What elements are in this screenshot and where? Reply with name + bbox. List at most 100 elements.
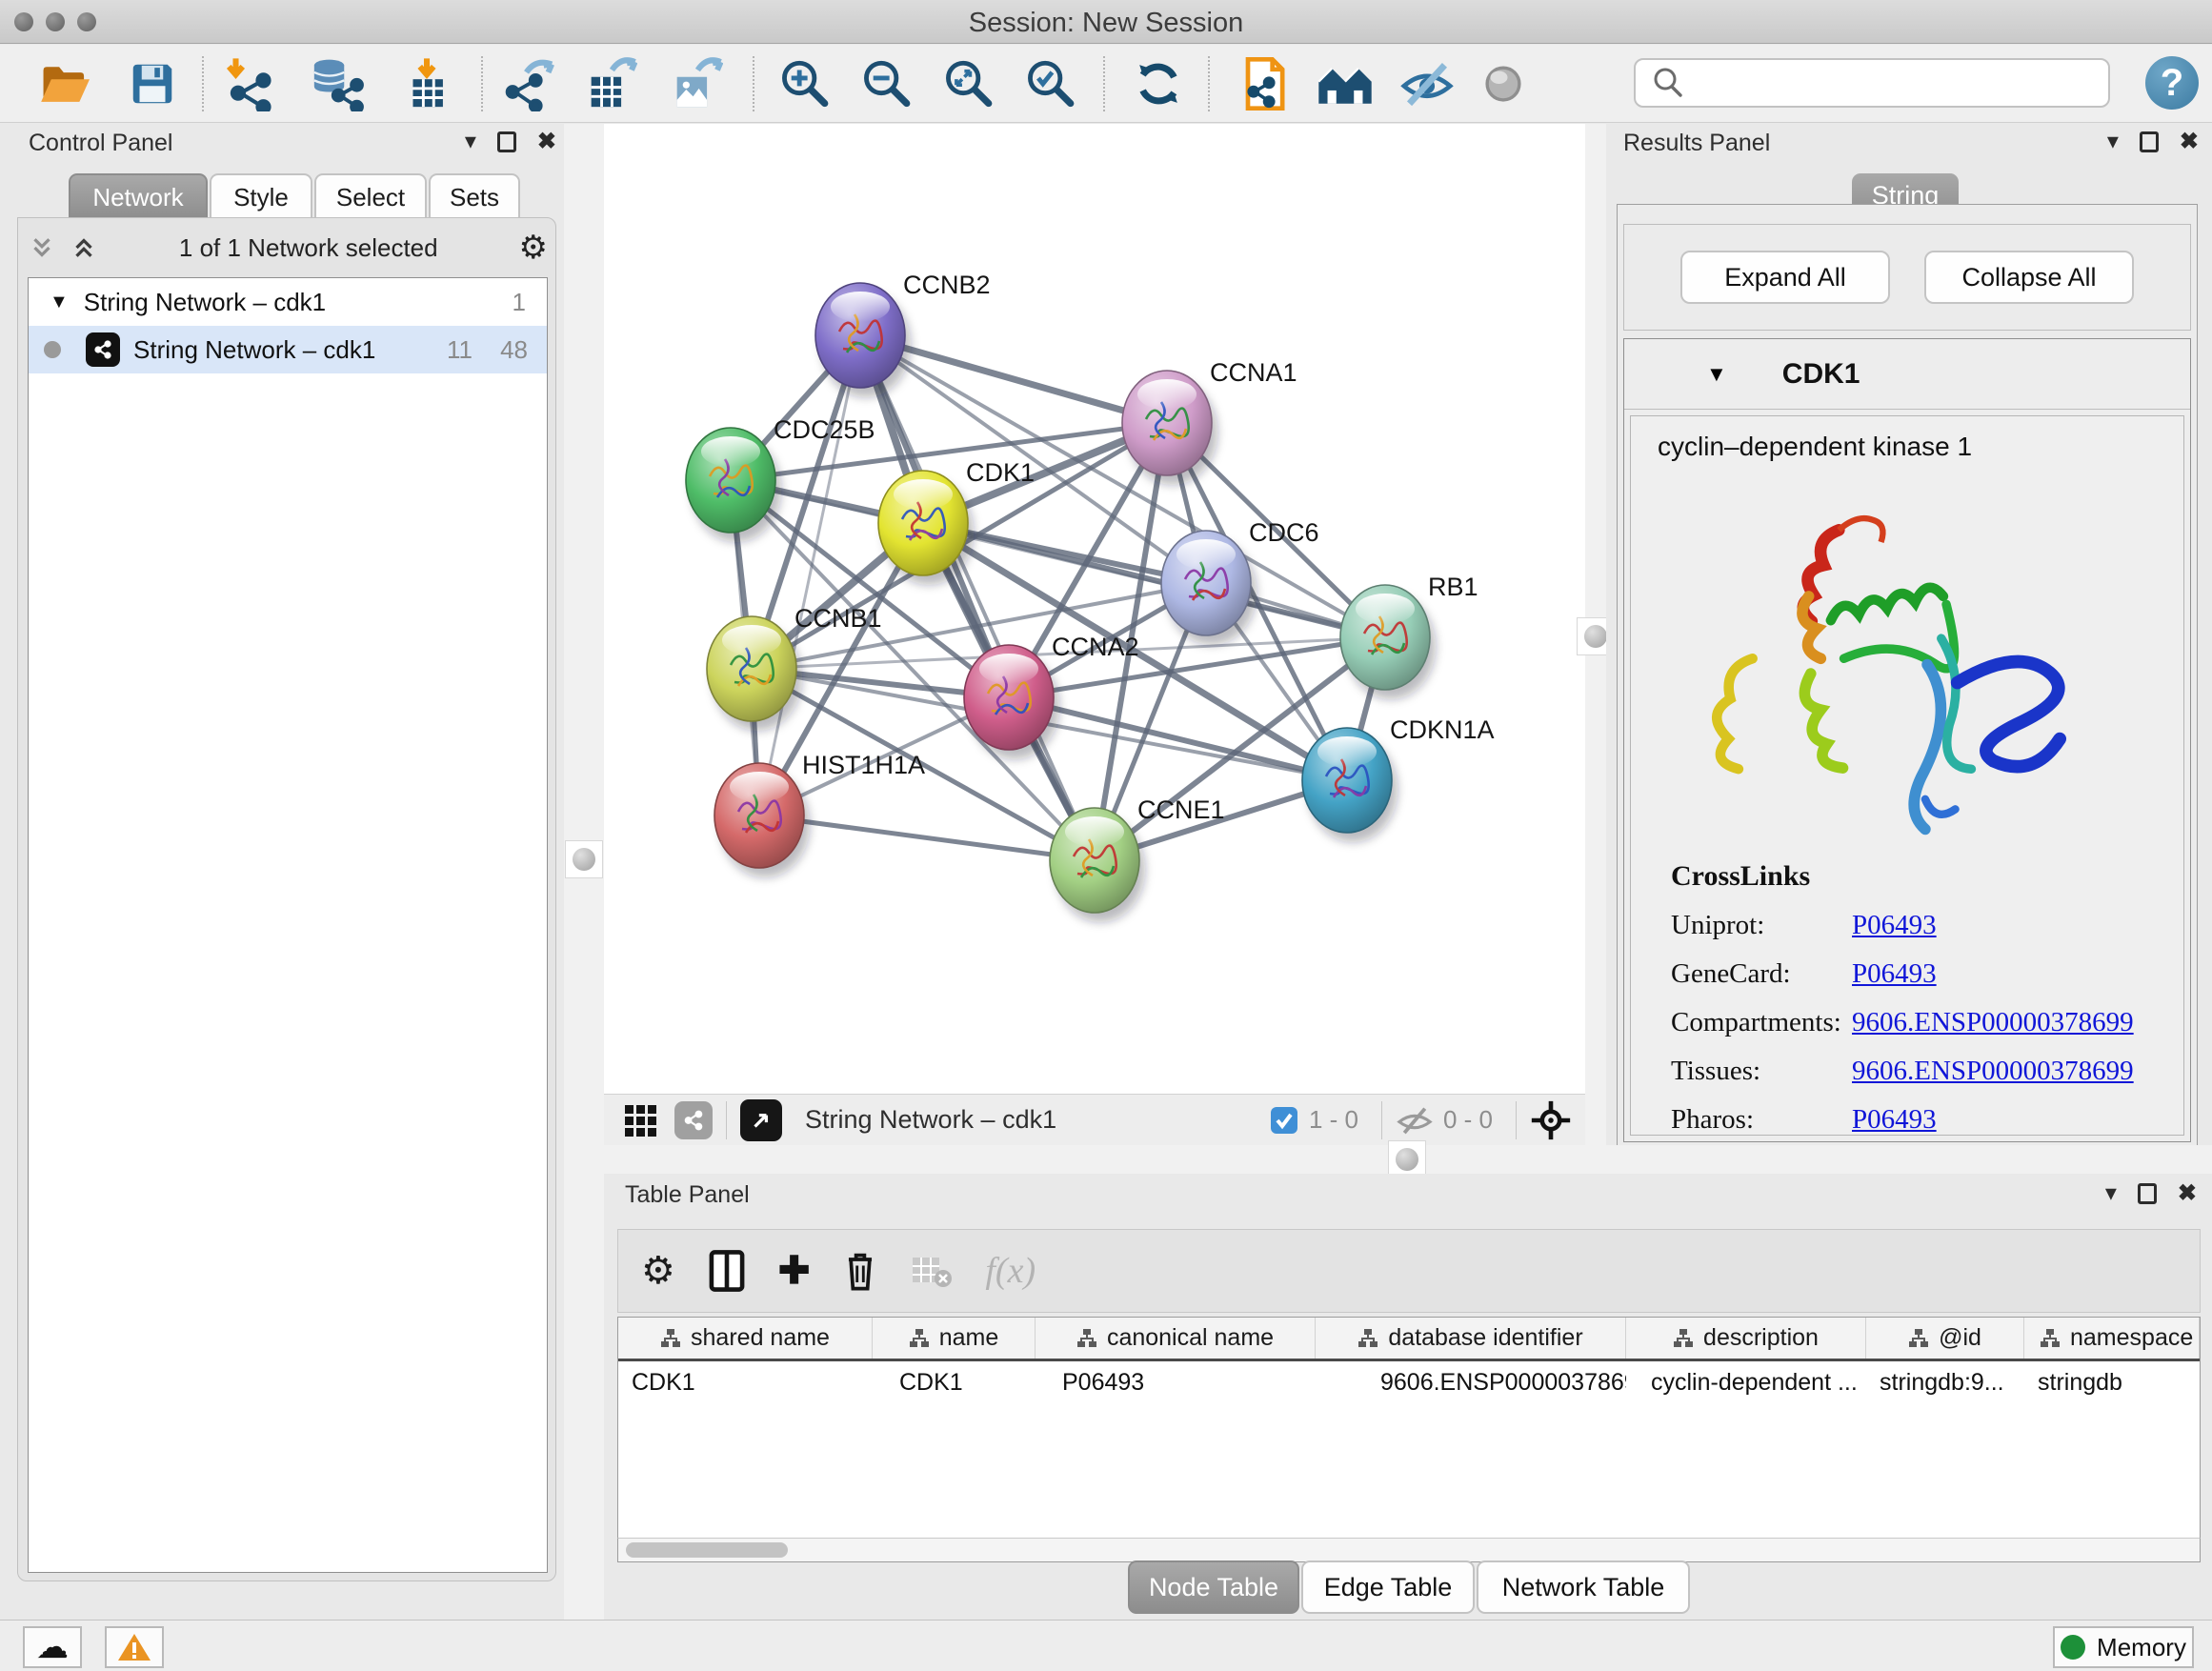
table-row[interactable]: CDK1 CDK1 P06493 9606.ENSP00000378699 cy… (618, 1361, 2200, 1405)
control-panel-title: Control Panel (29, 130, 172, 157)
selected-checkbox-icon[interactable] (1269, 1105, 1299, 1136)
toolbar-separator (1103, 56, 1105, 111)
open-session-button[interactable] (30, 55, 99, 112)
crosslinks-section: CrossLinks Uniprot:P06493 GeneCard:P0649… (1671, 860, 2166, 1136)
help-button[interactable]: ? (2145, 56, 2199, 110)
column-header[interactable]: database identifier (1316, 1318, 1626, 1359)
panel-float-icon[interactable] (497, 131, 516, 152)
cloud-status-button[interactable]: ☁ (23, 1626, 82, 1668)
protein-card: ▼ CDK1 cyclin–dependent kinase 1 (1623, 338, 2191, 1142)
import-table-file-button[interactable] (392, 55, 461, 112)
panel-close-icon[interactable]: ✖ (2178, 1179, 2197, 1207)
first-neighbors-document-icon (1235, 55, 1288, 112)
protein-description: cyclin–dependent kinase 1 (1658, 432, 2183, 462)
pharos-link[interactable]: P06493 (1852, 1104, 1937, 1136)
memory-label: Memory (2097, 1633, 2186, 1662)
toolbar-separator (1208, 56, 1210, 111)
zoom-selected-button[interactable] (1016, 55, 1084, 112)
genecard-link[interactable]: P06493 (1852, 958, 1937, 990)
main-toolbar: ? (0, 45, 2212, 123)
zoom-in-button[interactable] (770, 55, 838, 112)
column-header[interactable]: namespace (2024, 1318, 2200, 1359)
svg-text:CCNE1: CCNE1 (1137, 795, 1225, 824)
string-results-box: Expand All Collapse All ▼ CDK1 cyclin–de… (1617, 204, 2198, 1147)
show-columns-icon[interactable] (708, 1249, 746, 1293)
panel-close-icon[interactable]: ✖ (2180, 128, 2199, 155)
table-horizontal-scrollbar[interactable] (617, 1538, 2201, 1562)
network-collection-row[interactable]: ▼ String Network – cdk1 1 (29, 278, 547, 326)
network-canvas[interactable]: CCNB2CCNA1CDC25BCDK1CDC6RB1CCNB1CCNA2CDK… (604, 124, 1585, 1094)
panel-menu-icon[interactable]: ▾ (2107, 128, 2119, 155)
import-network-database-button[interactable] (303, 55, 372, 112)
network-view-icon[interactable] (674, 1101, 713, 1139)
tab-edge-table[interactable]: Edge Table (1301, 1560, 1475, 1614)
apply-layout-button[interactable] (1124, 55, 1193, 112)
zoom-in-icon (776, 56, 832, 111)
status-bar: ☁ Memory (0, 1620, 2212, 1671)
column-type-icon (1908, 1328, 1929, 1349)
search-input[interactable] (1695, 69, 2104, 98)
column-type-icon (909, 1328, 930, 1349)
panel-menu-icon[interactable]: ▾ (2105, 1179, 2117, 1207)
collapse-all-button[interactable]: Collapse All (1924, 251, 2134, 304)
zoom-out-button[interactable] (852, 55, 920, 112)
first-neighbors-button[interactable] (1227, 55, 1296, 112)
grid-view-icon[interactable] (621, 1101, 659, 1139)
delete-table-icon[interactable] (911, 1253, 953, 1289)
memory-button[interactable]: Memory (2053, 1626, 2194, 1668)
panel-float-icon[interactable] (2138, 1183, 2157, 1204)
network-row[interactable]: String Network – cdk1 11 48 (29, 326, 547, 373)
import-table-icon (399, 56, 454, 111)
tree-expanded-icon[interactable]: ▼ (50, 292, 69, 313)
delete-column-icon[interactable] (842, 1249, 878, 1293)
export-image-button[interactable] (661, 55, 730, 112)
network-selection-status: 1 of 1 Network selected (98, 233, 519, 263)
column-header[interactable]: name (873, 1318, 1036, 1359)
tab-network-table[interactable]: Network Table (1477, 1560, 1690, 1614)
tab-network[interactable]: Network (69, 173, 208, 219)
horizontal-splitter-handle[interactable] (1388, 1140, 1426, 1178)
crosshair-icon[interactable] (1530, 1099, 1572, 1141)
import-network-file-button[interactable] (215, 55, 284, 112)
scrollbar-thumb[interactable] (626, 1542, 788, 1558)
zoom-fit-button[interactable] (934, 55, 1002, 112)
network-graph[interactable]: CCNB2CCNA1CDC25BCDK1CDC6RB1CCNB1CCNA2CDK… (604, 124, 1585, 1094)
column-header[interactable]: shared name (618, 1318, 873, 1359)
function-builder-icon[interactable]: f(x) (985, 1250, 1036, 1292)
hidden-eye-slash-icon[interactable] (1396, 1104, 1434, 1137)
table-settings-gear-icon[interactable]: ⚙ (641, 1249, 675, 1293)
panel-menu-icon[interactable]: ▾ (465, 128, 476, 155)
group-nodes-button[interactable] (1311, 55, 1379, 112)
show-graphics-details-button[interactable] (1469, 55, 1538, 112)
tab-style[interactable]: Style (210, 173, 312, 219)
export-table-button[interactable] (575, 55, 644, 112)
tissues-link[interactable]: 9606.ENSP00000378699 (1852, 1056, 2134, 1087)
column-header[interactable]: canonical name (1036, 1318, 1316, 1359)
column-header[interactable]: description (1626, 1318, 1866, 1359)
expand-all-chevrons-icon[interactable] (28, 233, 56, 262)
tab-node-table[interactable]: Node Table (1128, 1560, 1299, 1614)
protein-structure-image (1684, 468, 2094, 839)
table-panel-title: Table Panel (625, 1181, 750, 1208)
export-network-button[interactable] (494, 55, 563, 112)
tab-select[interactable]: Select (314, 173, 427, 219)
gear-icon[interactable]: ⚙ (519, 229, 548, 267)
expand-all-button[interactable]: Expand All (1680, 251, 1890, 304)
panel-float-icon[interactable] (2140, 131, 2159, 152)
uniprot-link[interactable]: P06493 (1852, 910, 1937, 941)
save-session-button[interactable] (118, 55, 187, 112)
warnings-button[interactable] (105, 1626, 164, 1668)
svg-text:RB1: RB1 (1428, 573, 1478, 601)
column-header[interactable]: @id (1866, 1318, 2024, 1359)
panel-close-icon[interactable]: ✖ (537, 128, 556, 155)
collapse-section-icon[interactable]: ▼ (1706, 362, 1727, 387)
compartments-link[interactable]: 9606.ENSP00000378699 (1852, 1007, 2134, 1038)
birds-eye-view-button[interactable] (740, 1099, 782, 1141)
add-column-icon[interactable]: ✚ (778, 1249, 811, 1293)
tab-sets[interactable]: Sets (429, 173, 520, 219)
svg-text:CDC6: CDC6 (1249, 518, 1319, 547)
node-table[interactable]: shared name name canonical name database… (617, 1317, 2201, 1538)
left-splitter-handle[interactable] (565, 840, 603, 878)
hide-selected-button[interactable] (1393, 55, 1461, 112)
collapse-all-chevrons-icon[interactable] (70, 233, 98, 262)
